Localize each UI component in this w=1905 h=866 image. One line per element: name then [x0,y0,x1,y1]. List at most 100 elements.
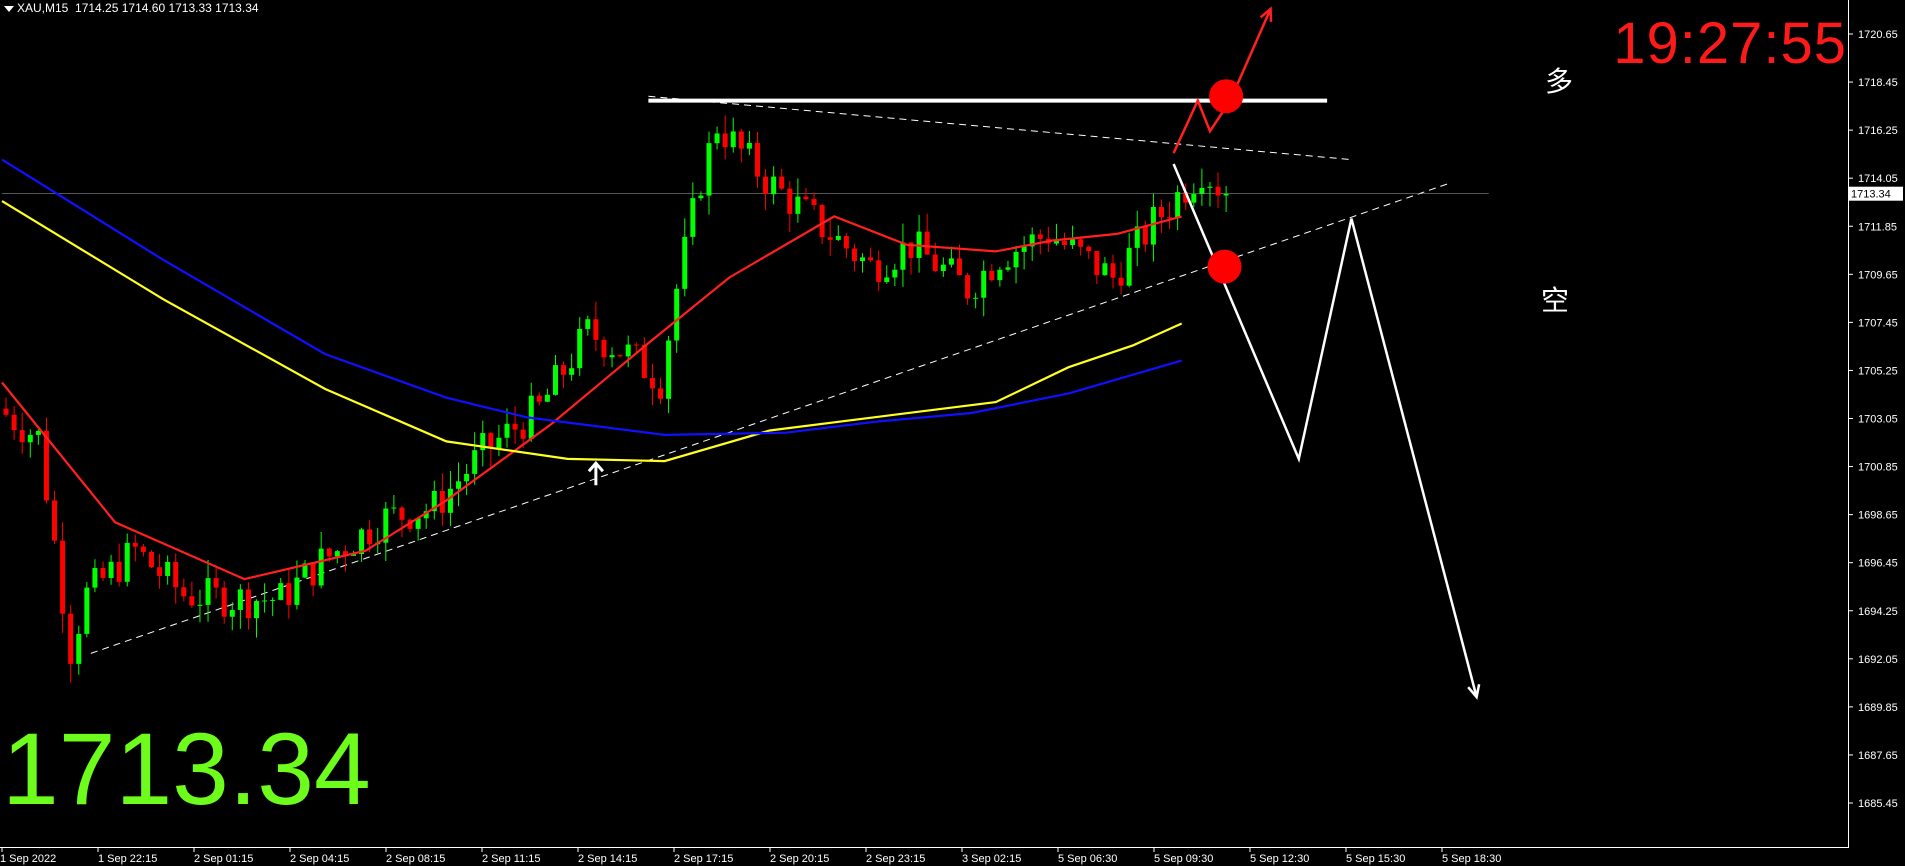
candle-body [157,567,163,576]
candle-body [569,368,575,375]
candle-body [367,529,373,545]
signal-dot-icon [1209,79,1244,114]
candle-body [585,319,591,329]
candle-body [682,236,688,289]
candle-body [100,567,106,578]
time-tick-label: 2 Sep 08:15 [386,853,445,865]
price-tick-label: 1687.65 [1858,750,1898,762]
candle-body [1199,187,1205,194]
candle-body [140,546,146,552]
candle-body [447,488,453,513]
candle-body [197,604,203,606]
candle-body [811,199,817,205]
candle-body [326,548,332,557]
price-tick-label: 1689.85 [1858,702,1898,714]
candle-body [334,551,340,557]
candle-body [213,578,219,588]
candle-body [245,589,251,619]
ohlc-values: 1714.25 1714.60 1713.33 1713.34 [75,1,259,15]
price-tick-label: 1718.45 [1858,77,1898,89]
candle-body [738,131,744,149]
candle-body [1110,263,1116,278]
candle-body [1102,263,1108,276]
candle-body [989,270,995,281]
candle-body [173,561,179,588]
candle-body [601,339,607,358]
candle-body [706,143,712,196]
candle-body [754,142,760,177]
candle-body [1078,239,1084,247]
price-tick-label: 1696.45 [1858,558,1898,570]
candle-body [1126,247,1132,286]
candle-body [165,561,171,576]
time-tick-label: 2 Sep 20:15 [770,853,829,865]
short-label: 空 [1541,284,1569,317]
candle-body [722,133,728,148]
candle-body [900,242,906,270]
candle-body [884,277,890,282]
candle-body [399,507,405,520]
signal-dot-icon [1207,249,1242,284]
time-tick-label: 3 Sep 02:15 [962,853,1021,865]
candle-body [973,297,979,299]
candle-body [1094,251,1100,276]
candle-body [116,561,122,582]
candle-body [860,257,866,262]
candle-body [229,609,235,617]
time-tick-label: 2 Sep 11:15 [482,853,541,865]
time-tick-label: 2 Sep 14:15 [578,853,637,865]
candle-body [851,248,857,262]
candle-body [1086,246,1092,252]
candle-body [997,269,1003,281]
candle-body [1175,192,1181,218]
candle-body [1070,239,1076,245]
candle-body [237,589,243,610]
candle-body [730,131,736,148]
price-tick-label: 1711.85 [1858,221,1897,233]
candle-body [625,344,631,357]
candle-body [60,540,66,614]
long-label: 多 [1545,65,1573,98]
candle-body [552,365,558,395]
candle-body [1062,240,1068,245]
candle-body [3,408,9,415]
time-tick-label: 1 Sep 22:15 [98,853,157,865]
candle-body [1158,207,1164,218]
candle-body [148,551,154,568]
candle-body [649,378,655,389]
dropdown-triangle-icon[interactable] [4,5,14,12]
price-tick-label: 1685.45 [1858,798,1898,810]
candle-body [714,133,720,144]
candle-body [536,395,542,402]
candle-body [771,176,777,195]
candle-body [27,434,33,443]
time-tick-label: 1 Sep 2022 [0,853,56,865]
time-tick-label: 5 Sep 09:30 [1154,853,1213,865]
candle-body [892,269,898,278]
price-tick-label: 1720.65 [1858,29,1898,41]
candle-body [504,423,510,438]
price-tick-label: 1705.25 [1858,365,1898,377]
price-tick-label: 1703.05 [1858,414,1898,426]
time-tick-label: 2 Sep 17:15 [674,853,733,865]
candle-body [633,344,639,346]
candle-body [1207,186,1213,188]
candle-body [795,196,801,214]
price-tick-label: 1700.85 [1858,462,1898,474]
candle-body [835,235,841,240]
candle-body [84,587,90,634]
candle-body [310,563,316,586]
candle-body [318,548,324,586]
candle-body [658,388,664,399]
candle-body [779,176,785,189]
candle-body [803,196,809,200]
candle-body [965,275,971,299]
big-current-price: 1713.34 [2,712,371,826]
candle-body [464,473,470,482]
price-tick-label: 1694.25 [1858,606,1898,618]
symbol-timeframe: XAU,M15 [17,1,69,15]
candle-body [19,430,25,443]
candle-body [1191,193,1197,203]
candle-body [1037,234,1043,239]
current-price-tag-label: 1713.34 [1851,189,1891,201]
